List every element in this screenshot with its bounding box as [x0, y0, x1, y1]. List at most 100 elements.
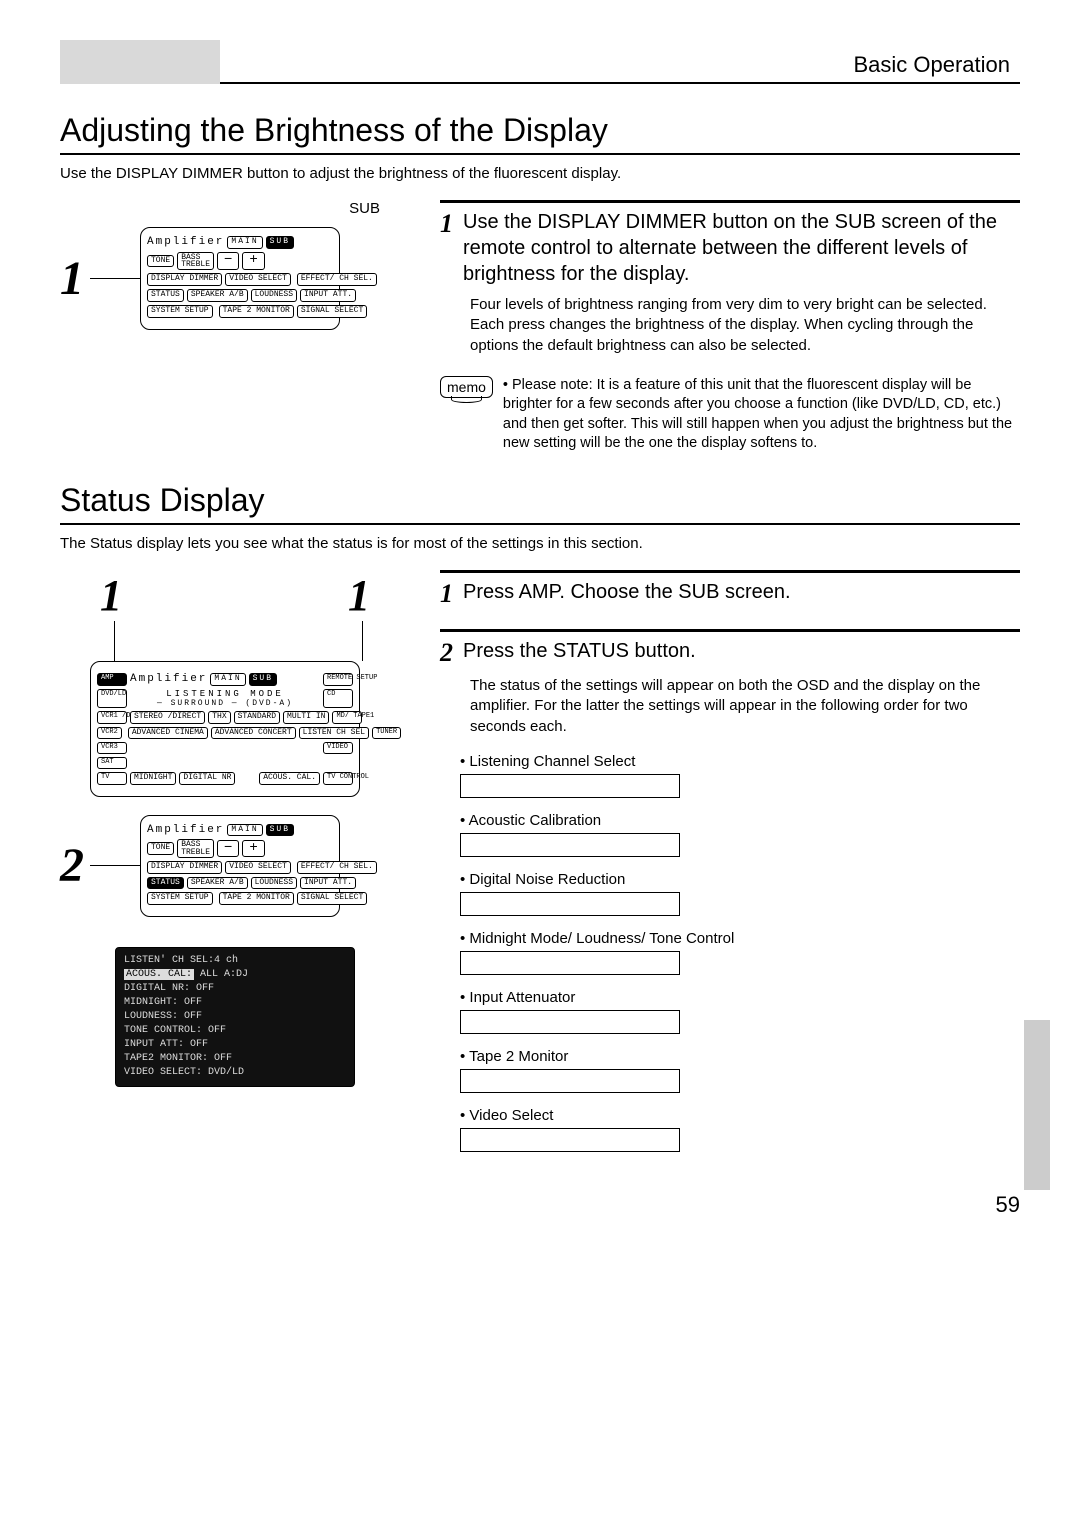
status-list: • Listening Channel Select • Acoustic Cal… — [460, 753, 1020, 1152]
status-item-field — [460, 951, 680, 975]
rlg-side-vcr3[interactable]: VCR3 — [97, 742, 127, 754]
remote-status[interactable]: STATUS — [147, 289, 184, 302]
remote2-loudness[interactable]: LOUDNESS — [251, 877, 297, 890]
section1-intro: Use the DISPLAY DIMMER button to adjust … — [60, 165, 1020, 182]
remote-loudness[interactable]: LOUDNESS — [251, 289, 297, 302]
status-item-field — [460, 833, 680, 857]
rlg-listening-mode: LISTENING MODE — [130, 689, 320, 699]
disp-l2: ACOUS. CAL: ALL A:DJ — [124, 968, 346, 982]
header-left-block — [60, 40, 220, 84]
rlg-adv-concert[interactable]: ADVANCED CONCERT — [211, 727, 296, 740]
vlead — [114, 621, 115, 661]
rlg-stereo-direct[interactable]: STEREO /DIRECT — [130, 711, 205, 724]
rlg-amp[interactable]: AMP — [97, 673, 127, 686]
disp-l1: LISTEN' CH SEL:4 ch — [124, 954, 346, 968]
rlg-midnight[interactable]: MIDNIGHT — [130, 772, 176, 785]
remote-video-select[interactable]: VIDEO SELECT — [225, 273, 291, 286]
remote-bass-treble[interactable]: BASSTREBLE — [177, 252, 214, 270]
sub-label-top: SUB — [60, 200, 410, 217]
remote2-signal-select[interactable]: SIGNAL SELECT — [297, 892, 367, 905]
rlg-adv-cinema[interactable]: ADVANCED CINEMA — [128, 727, 208, 740]
page-number: 59 — [60, 1192, 1020, 1218]
disp-l6: TONE CONTROL: OFF — [124, 1024, 346, 1038]
remote2-system-setup[interactable]: SYSTEM SETUP — [147, 892, 213, 905]
section1-title: Adjusting the Brightness of the Display — [60, 112, 1020, 155]
status-item-field — [460, 774, 680, 798]
disp-l4: MIDNIGHT: OFF — [124, 996, 346, 1010]
s2-step2-num: 2 — [440, 638, 453, 668]
s2-pointer-1b: 1 — [348, 570, 370, 621]
remote2-display-dimmer[interactable]: DISPLAY DIMMER — [147, 861, 222, 874]
rlg-side-dvdld[interactable]: DVD/LD — [97, 689, 127, 708]
status-item: • Acoustic Calibration — [460, 812, 1020, 857]
rlg-side-tv-control[interactable]: TV CONTROL — [323, 772, 353, 785]
remote2-input-att[interactable]: INPUT ATT. — [300, 877, 356, 890]
rlg-sub[interactable]: SUB — [249, 673, 277, 686]
remote-amp-label: Amplifier — [147, 236, 224, 248]
step1-pointer-num: 1 — [60, 251, 84, 306]
rlg-side-vcr1[interactable]: VCR1 /DVR — [97, 711, 127, 724]
status-item: • Listening Channel Select — [460, 753, 1020, 798]
remote-tape2-monitor[interactable]: TAPE 2 MONITOR — [219, 305, 294, 318]
remote-tone[interactable]: TONE — [147, 255, 174, 268]
rlg-listen-ch-sel[interactable]: LISTEN CH SEL — [299, 727, 369, 740]
remote2-speaker-ab[interactable]: SPEAKER A/B — [187, 877, 248, 890]
status-item-label: • Video Select — [460, 1107, 1020, 1124]
s1-step1-body: Four levels of brightness ranging from v… — [470, 295, 1020, 356]
remote-input-att[interactable]: INPUT ATT. — [300, 289, 356, 302]
remote-speaker-ab[interactable]: SPEAKER A/B — [187, 289, 248, 302]
remote-effect-ch-sel[interactable]: EFFECT/ CH SEL. — [297, 273, 377, 286]
remote2-effect-ch-sel[interactable]: EFFECT/ CH SEL. — [297, 861, 377, 874]
remote-minus[interactable]: − — [217, 252, 239, 269]
remote-main-btn[interactable]: MAIN — [227, 236, 262, 249]
rlg-side-md[interactable]: MD/ TAPE1 — [332, 711, 362, 724]
rlg-thx[interactable]: THX — [208, 711, 230, 724]
remote-main-panel: AMP Amplifier MAIN SUB REMOTE SETUP DVD/… — [90, 661, 360, 797]
remote2-amp-label: Amplifier — [147, 824, 224, 836]
rlg-side-video[interactable]: VIDEO — [323, 742, 353, 754]
remote-sub-btn[interactable]: SUB — [266, 236, 294, 249]
remote2-tone[interactable]: TONE — [147, 842, 174, 855]
rlg-amp-label: Amplifier — [130, 673, 207, 685]
remote-signal-select[interactable]: SIGNAL SELECT — [297, 305, 367, 318]
status-item-label: • Acoustic Calibration — [460, 812, 1020, 829]
s1-step1-num: 1 — [440, 209, 453, 239]
remote-plus[interactable]: + — [242, 252, 264, 269]
rlg-side-cd[interactable]: CD — [323, 689, 353, 708]
rlg-remote-setup[interactable]: REMOTE SETUP — [323, 673, 353, 686]
disp-l5: LOUDNESS: OFF — [124, 1010, 346, 1024]
rlg-acous-cal[interactable]: ACOUS. CAL. — [259, 772, 320, 785]
rlg-surround: — SURROUND — (DVD-A) — [130, 699, 320, 708]
page-header: Basic Operation — [60, 40, 1020, 84]
vlead — [362, 621, 363, 661]
remote2-bass-treble[interactable]: BASSTREBLE — [177, 839, 214, 857]
remote2-tape2-monitor[interactable]: TAPE 2 MONITOR — [219, 892, 294, 905]
remote2-status[interactable]: STATUS — [147, 877, 184, 890]
s1-step1-title: Use the DISPLAY DIMMER button on the SUB… — [463, 209, 1020, 287]
rlg-side-tuner[interactable]: TUNER — [372, 727, 401, 740]
status-item-field — [460, 1069, 680, 1093]
remote2-main[interactable]: MAIN — [227, 824, 262, 837]
rlg-standard[interactable]: STANDARD — [234, 711, 280, 724]
rlg-side-sat-x[interactable]: SAT — [97, 757, 127, 769]
remote-system-setup[interactable]: SYSTEM SETUP — [147, 305, 213, 318]
remote2-plus[interactable]: + — [242, 840, 264, 857]
remote-display-dimmer[interactable]: DISPLAY DIMMER — [147, 273, 222, 286]
remote2-minus[interactable]: − — [217, 840, 239, 857]
rlg-main[interactable]: MAIN — [210, 673, 245, 686]
memo-text: • Please note: It is a feature of this u… — [503, 376, 1020, 454]
s2-step1-title: Press AMP. Choose the SUB screen. — [463, 579, 791, 605]
status-item-label: • Digital Noise Reduction — [460, 871, 1020, 888]
remote2-video-select[interactable]: VIDEO SELECT — [225, 861, 291, 874]
pointer-line — [90, 278, 140, 279]
rlg-side-tv[interactable]: TV — [97, 772, 127, 785]
status-item-field — [460, 892, 680, 916]
remote2-sub[interactable]: SUB — [266, 824, 294, 837]
status-item: • Digital Noise Reduction — [460, 871, 1020, 916]
s2-step2-title: Press the STATUS button. — [463, 638, 696, 664]
rlg-multi-in[interactable]: MULTI IN — [283, 711, 329, 724]
rlg-digital-nr[interactable]: DIGITAL NR — [179, 772, 235, 785]
remote-sub-panel-2: Amplifier MAIN SUB TONE BASSTREBLE − + D… — [140, 815, 340, 918]
rlg-side-vcr2[interactable]: VCR2 — [97, 727, 122, 740]
section2-intro: The Status display lets you see what the… — [60, 535, 1020, 552]
